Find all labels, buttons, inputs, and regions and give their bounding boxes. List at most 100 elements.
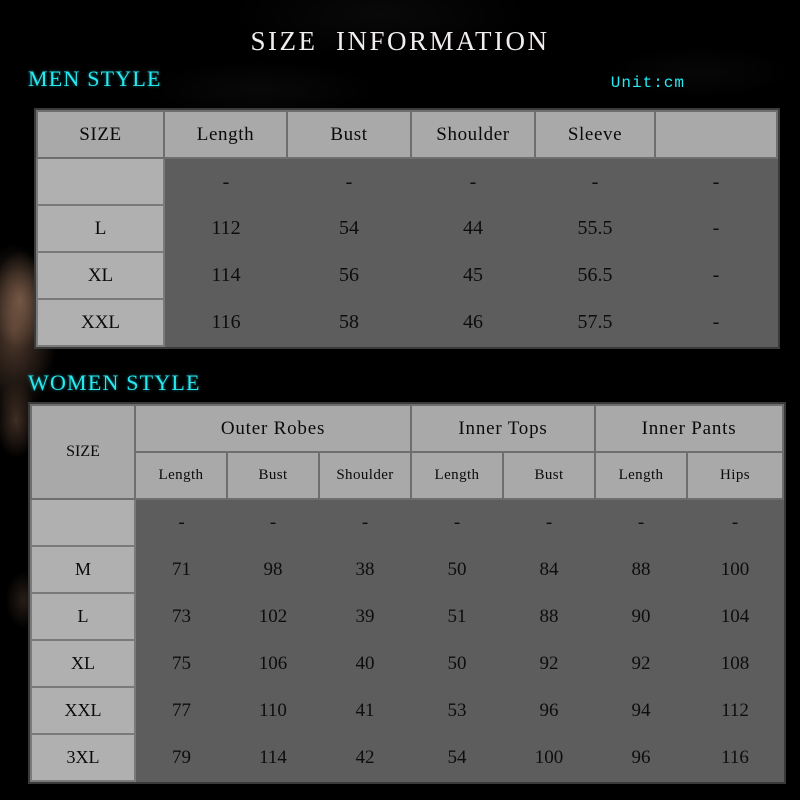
women-style-heading: WOMEN STYLE [28,370,201,395]
men-cell-bust: - [287,158,411,205]
men-style-heading: MEN STYLE [28,66,162,91]
women-col-top-length: Length [410,451,504,500]
women-col-robe-length: Length [134,451,228,500]
men-size-table: SIZE Length Bust Shoulder Sleeve - - - -… [36,110,778,347]
women-row-size: XXL [30,686,136,735]
women-cell-top-bust: 88 [503,593,596,640]
women-row-size: M [30,545,136,594]
women-cell-top-bust: 100 [503,734,596,781]
men-cell-extra: - [655,252,777,299]
men-cell-extra: - [655,158,777,205]
table-row: - - - - - - - [30,498,784,547]
women-row-size: L [30,592,136,641]
table-row: M 71 98 38 50 84 88 100 [30,545,784,594]
women-cell-robe-length: - [135,499,227,546]
women-cell-pant-length: 88 [595,546,688,593]
page-title: SIZE INFORMATION [250,26,550,56]
men-cell-shoulder: 44 [411,205,535,252]
women-cell-pant-hips: - [687,499,784,546]
women-col-pant-hips: Hips [686,451,785,500]
women-cell-pant-hips: 116 [687,734,784,781]
women-cell-robe-length: 79 [135,734,227,781]
table-row: L 112 54 44 55.5 - [36,204,777,253]
women-cell-robe-bust: 110 [227,687,319,734]
men-cell-sleeve: 55.5 [535,205,655,252]
women-row-size: XL [30,639,136,688]
women-group-inner-tops: Inner Tops [409,404,597,453]
men-cell-length: 112 [164,205,287,252]
men-cell-extra: - [655,205,777,252]
women-cell-robe-bust: 98 [227,546,319,593]
women-cell-pant-length: 94 [595,687,688,734]
women-cell-robe-shoulder: 38 [319,546,411,593]
table-row: XL 75 106 40 50 92 92 108 [30,639,784,688]
table-row: 3XL 79 114 42 54 100 96 116 [30,733,784,782]
women-cell-robe-shoulder: - [319,499,411,546]
women-cell-pant-hips: 104 [687,593,784,640]
men-cell-extra: - [655,299,777,346]
men-cell-bust: 58 [287,299,411,346]
women-cell-pant-length: - [595,499,688,546]
women-row-size: 3XL [30,733,136,782]
women-cell-robe-shoulder: 42 [319,734,411,781]
women-cell-top-length: 50 [411,546,503,593]
men-cell-shoulder: 45 [411,252,535,299]
men-cell-bust: 56 [287,252,411,299]
women-cell-pant-length: 92 [595,640,688,687]
women-cell-robe-length: 75 [135,640,227,687]
women-cell-robe-shoulder: 39 [319,593,411,640]
women-cell-robe-length: 77 [135,687,227,734]
women-cell-robe-bust: 114 [227,734,319,781]
women-cell-top-bust: 84 [503,546,596,593]
men-col-length: Length [163,110,288,159]
women-row-size [30,498,136,547]
men-cell-shoulder: 46 [411,299,535,346]
women-size-table: SIZE Outer Robes Inner Tops Inner Pants … [30,404,785,782]
women-cell-robe-length: 73 [135,593,227,640]
women-cell-pant-hips: 112 [687,687,784,734]
table-row: XXL 116 58 46 57.5 - [36,298,777,347]
men-cell-sleeve: - [535,158,655,205]
women-group-inner-pants: Inner Pants [594,404,785,453]
men-cell-sleeve: 57.5 [535,299,655,346]
women-cell-robe-bust: - [227,499,319,546]
women-cell-top-bust: 92 [503,640,596,687]
women-col-robe-bust: Bust [226,451,320,500]
women-cell-robe-length: 71 [135,546,227,593]
men-cell-length: - [164,158,287,205]
men-cell-shoulder: - [411,158,535,205]
women-cell-top-bust: - [503,499,596,546]
men-cell-length: 116 [164,299,287,346]
table-row: XL 114 56 45 56.5 - [36,251,777,300]
women-cell-pant-hips: 108 [687,640,784,687]
men-cell-sleeve: 56.5 [535,252,655,299]
women-col-top-bust: Bust [501,451,597,500]
women-col-robe-shoulder: Shoulder [318,451,412,500]
women-cell-top-length: 53 [411,687,503,734]
men-cell-bust: 54 [287,205,411,252]
women-cell-top-length: - [411,499,503,546]
table-group-header-row: SIZE Outer Robes Inner Tops Inner Pants [30,404,785,500]
women-cell-robe-bust: 102 [227,593,319,640]
men-cell-length: 114 [164,252,287,299]
women-cell-robe-bust: 106 [227,640,319,687]
men-row-size: L [36,204,165,253]
women-cell-pant-length: 90 [595,593,688,640]
women-cell-top-length: 54 [411,734,503,781]
men-row-size: XXL [36,298,165,347]
men-col-blank [654,110,778,159]
table-row: L 73 102 39 51 88 90 104 [30,592,784,641]
table-header-row: Length Bust Shoulder Length Bust Length … [31,451,785,500]
men-row-size [36,157,165,206]
women-cell-top-length: 50 [411,640,503,687]
table-header-row: SIZE Length Bust Shoulder Sleeve [36,110,778,159]
table-row: - - - - - [36,157,777,206]
men-col-shoulder: Shoulder [410,110,536,159]
men-col-bust: Bust [286,110,412,159]
women-col-size: SIZE [30,404,136,500]
men-col-sleeve: Sleeve [534,110,656,159]
table-row: XXL 77 110 41 53 96 94 112 [30,686,784,735]
women-group-outer-robes: Outer Robes [134,404,412,453]
men-row-size: XL [36,251,165,300]
women-cell-pant-hips: 100 [687,546,784,593]
